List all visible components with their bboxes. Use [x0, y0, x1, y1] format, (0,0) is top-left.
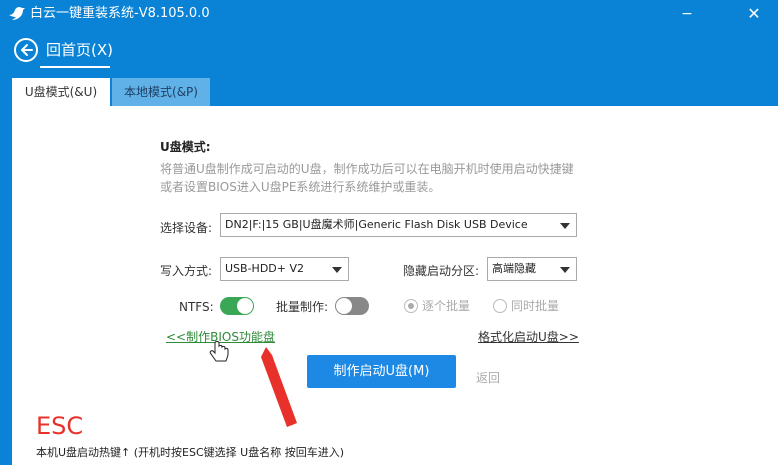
annotation-overlay: [209, 341, 297, 427]
hand-cursor-icon: [209, 341, 229, 362]
red-arrow-annotation: [261, 347, 297, 427]
